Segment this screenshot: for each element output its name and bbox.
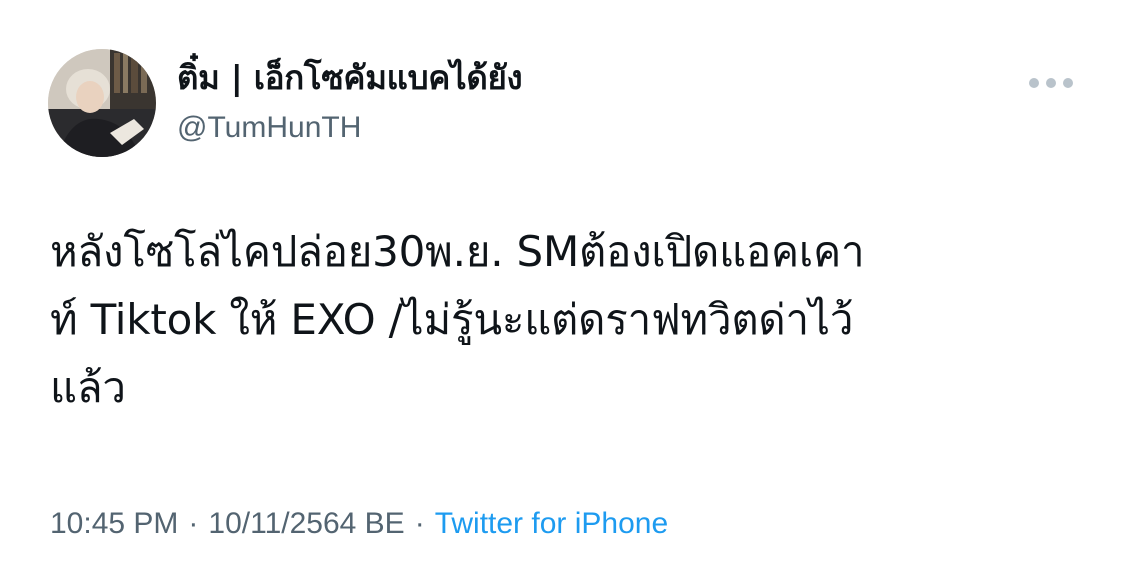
tweet-text: หลังโซโล่ไคปล่อย30พ.ย. SMต้องเปิดแอคเคา … [50, 227, 865, 412]
tweet-date[interactable]: 10/11/2564 BE [208, 507, 404, 540]
tweet-header: ติ๋ม | เอ็กโซคัมแบคได้ยัง @TumHunTH [177, 58, 523, 146]
author-avatar[interactable] [48, 49, 156, 157]
more-dot-icon [1029, 78, 1039, 88]
tweet-source-link[interactable]: Twitter for iPhone [435, 507, 668, 540]
more-options-button[interactable] [1029, 74, 1073, 92]
more-dot-icon [1063, 78, 1073, 88]
more-dot-icon [1046, 78, 1056, 88]
author-handle[interactable]: @TumHunTH [177, 110, 522, 146]
meta-separator: · [414, 507, 425, 540]
profile-photo-icon [48, 49, 156, 157]
tweet-time[interactable]: 10:45 PM [50, 507, 178, 540]
tweet-metadata: 10:45 PM · 10/11/2564 BE · Twitter for iPhon… [50, 504, 668, 544]
meta-separator: · [188, 507, 199, 540]
tweet-card: ติ๋ม | เอ็กโซคัมแบคได้ยัง @TumHunTH หลัง… [0, 0, 1125, 578]
author-display-name[interactable]: ติ๋ม | เอ็กโซคัมแบคได้ยัง [177, 58, 523, 98]
